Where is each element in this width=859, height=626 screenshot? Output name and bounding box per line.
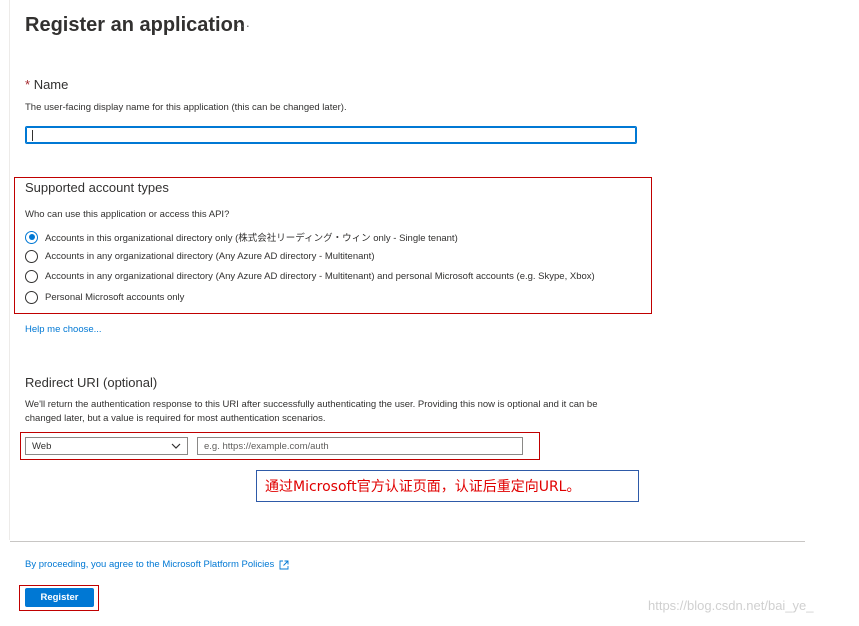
name-description: The user-facing display name for this ap…	[25, 102, 347, 113]
footer-divider	[10, 541, 805, 542]
account-types-question: Who can use this application or access t…	[25, 209, 230, 220]
name-input[interactable]	[25, 126, 637, 144]
name-label-text: Name	[33, 77, 69, 92]
name-label: * Name	[25, 77, 68, 92]
radio-button-checked[interactable]	[25, 230, 38, 244]
radio-button[interactable]	[25, 250, 38, 263]
text-caret	[32, 130, 33, 141]
radio-button[interactable]	[25, 291, 38, 304]
redirect-uri-description-line1: We'll return the authentication response…	[25, 399, 598, 410]
account-option-multitenant-personal[interactable]: Accounts in any organizational directory…	[25, 270, 595, 283]
account-option-multitenant[interactable]: Accounts in any organizational directory…	[25, 250, 375, 263]
redirect-uri-heading: Redirect URI (optional)	[25, 375, 158, 390]
platform-policies-link[interactable]: By proceeding, you agree to the Microsof…	[25, 559, 289, 570]
left-border-rule	[9, 0, 10, 540]
account-types-heading: Supported account types	[25, 180, 169, 195]
register-button[interactable]: Register	[25, 588, 94, 607]
external-link-icon	[279, 560, 289, 569]
account-option-label: Accounts in this organizational director…	[45, 233, 458, 244]
annotation-text: 通过Microsoft官方认证页面，认证后重定向URL。	[265, 479, 581, 495]
chevron-down-icon	[171, 443, 181, 449]
annotation-note: 通过Microsoft官方认证页面，认证后重定向URL。	[256, 470, 639, 502]
help-me-choose-link[interactable]: Help me choose...	[25, 324, 102, 335]
platform-policies-text: By proceeding, you agree to the Microsof…	[25, 559, 275, 570]
more-options-button[interactable]: ···	[235, 18, 251, 33]
page-title: Register an application	[25, 14, 246, 36]
platform-select[interactable]: Web	[25, 437, 188, 455]
watermark: https://blog.csdn.net/bai_ye_	[648, 598, 814, 613]
radio-button[interactable]	[25, 270, 38, 283]
account-option-label: Accounts in any organizational directory…	[45, 271, 595, 282]
required-marker: *	[25, 77, 31, 92]
account-option-label: Personal Microsoft accounts only	[45, 292, 185, 303]
account-option-label: Accounts in any organizational directory…	[45, 251, 375, 262]
account-option-single-tenant[interactable]: Accounts in this organizational director…	[25, 230, 458, 244]
platform-select-value: Web	[32, 440, 52, 452]
redirect-uri-input[interactable]	[197, 437, 523, 455]
redirect-uri-description-line2: changed later, but a value is required f…	[25, 413, 326, 424]
account-option-personal-only[interactable]: Personal Microsoft accounts only	[25, 291, 184, 304]
